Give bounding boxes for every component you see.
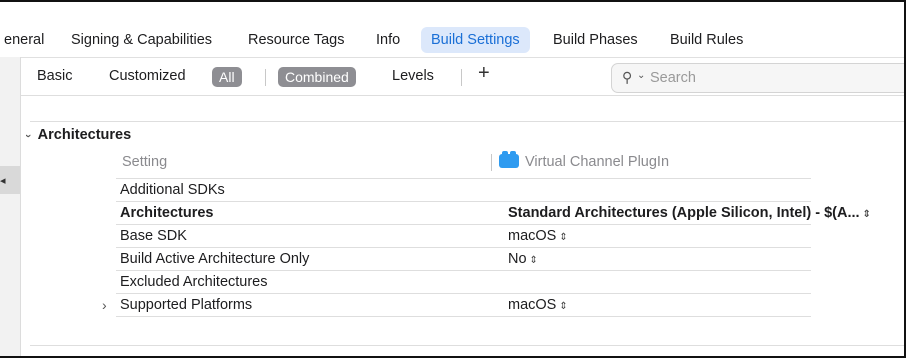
- tab-general[interactable]: eneral: [0, 27, 54, 53]
- toolbar-divider: [461, 69, 462, 86]
- setting-value-text: macOS: [508, 228, 557, 244]
- setting-name: Additional SDKs: [120, 182, 225, 198]
- add-setting-button[interactable]: +: [478, 62, 490, 85]
- setting-value[interactable]: macOS ⇕: [508, 297, 568, 313]
- column-target: Virtual Channel PlugIn: [499, 151, 670, 170]
- setting-name: Excluded Architectures: [120, 274, 268, 290]
- setting-value[interactable]: macOS ⇕: [508, 228, 568, 244]
- stepper-icon[interactable]: ⇕: [863, 209, 871, 220]
- view-combined[interactable]: Combined: [278, 67, 356, 87]
- build-settings-window: eneral Signing & Capabilities Resource T…: [0, 0, 906, 358]
- setting-row-architectures[interactable]: Architectures Standard Architectures (Ap…: [116, 202, 904, 225]
- toolbar-divider-line: [21, 95, 904, 96]
- stepper-icon[interactable]: ⇕: [559, 301, 567, 312]
- targets-sidebar[interactable]: ◂: [0, 57, 21, 356]
- settings-filter-bar: Basic Customized All Combined Levels + ⚲…: [21, 57, 904, 96]
- setting-row-additional-sdks[interactable]: Additional SDKs: [116, 179, 811, 202]
- setting-value-text: macOS: [508, 297, 557, 313]
- setting-row-base-sdk[interactable]: Base SDK macOS ⇕: [116, 225, 811, 248]
- filter-all[interactable]: All: [212, 67, 242, 87]
- section-architectures[interactable]: › Architectures: [22, 127, 132, 143]
- setting-value[interactable]: Standard Architectures (Apple Silicon, I…: [508, 205, 871, 221]
- tab-signing-capabilities[interactable]: Signing & Capabilities: [61, 27, 222, 53]
- setting-row-excluded-architectures[interactable]: Excluded Architectures: [116, 271, 811, 294]
- setting-row-build-active-architecture-only[interactable]: Build Active Architecture Only No ⇕: [116, 248, 811, 271]
- row-divider: [116, 316, 811, 317]
- setting-name: Base SDK: [120, 228, 187, 244]
- setting-value-text: Standard Architectures (Apple Silicon, I…: [508, 205, 860, 221]
- editor-tab-bar: eneral Signing & Capabilities Resource T…: [0, 22, 904, 56]
- target-icon: [499, 151, 519, 168]
- setting-value[interactable]: No ⇕: [508, 251, 538, 267]
- filter-customized[interactable]: Customized: [109, 68, 186, 84]
- setting-value-text: No: [508, 251, 527, 267]
- setting-name: Build Active Architecture Only: [120, 251, 310, 267]
- sidebar-collapse-icon: ◂: [0, 175, 6, 187]
- search-field[interactable]: ⚲ ⌄: [611, 63, 904, 93]
- setting-name: Architectures: [120, 205, 214, 221]
- tab-info[interactable]: Info: [366, 27, 410, 53]
- section-top-divider: [30, 121, 904, 122]
- tab-resource-tags[interactable]: Resource Tags: [238, 27, 354, 53]
- tab-build-rules[interactable]: Build Rules: [660, 27, 753, 53]
- column-setting: Setting: [122, 154, 168, 170]
- chevron-down-icon[interactable]: ›: [22, 134, 34, 138]
- stepper-icon[interactable]: ⇕: [559, 232, 567, 243]
- section-bottom-divider: [30, 345, 904, 346]
- search-icon: ⚲: [622, 69, 633, 85]
- setting-row-supported-platforms[interactable]: Supported Platforms macOS ⇕: [116, 294, 811, 317]
- tab-build-phases[interactable]: Build Phases: [543, 27, 648, 53]
- section-title: Architectures: [37, 127, 132, 143]
- tab-build-settings[interactable]: Build Settings: [421, 27, 530, 53]
- search-input[interactable]: [650, 69, 900, 87]
- filter-basic[interactable]: Basic: [37, 68, 72, 84]
- filter-divider: [265, 69, 266, 86]
- setting-name: Supported Platforms: [120, 297, 253, 313]
- column-target-label: Virtual Channel PlugIn: [525, 154, 670, 170]
- stepper-icon[interactable]: ⇕: [530, 255, 538, 266]
- chevron-right-icon[interactable]: ›: [102, 297, 107, 313]
- search-options-chevron-icon[interactable]: ⌄: [637, 70, 645, 81]
- column-divider: [491, 154, 492, 171]
- view-levels[interactable]: Levels: [392, 68, 434, 84]
